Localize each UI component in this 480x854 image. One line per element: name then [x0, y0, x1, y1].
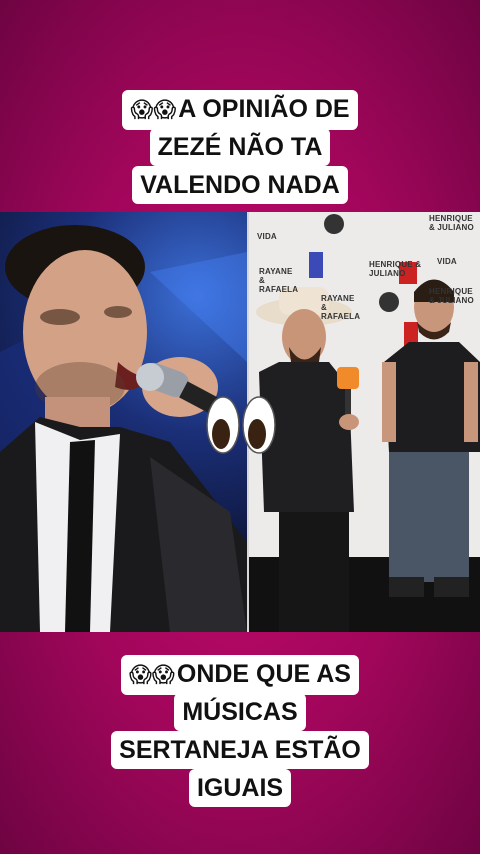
top-caption-line-3: VALENDO NADA: [132, 166, 348, 204]
backdrop-logo: HENRIQUE & JULIANO: [429, 287, 474, 305]
interview-photo: HENRIQUE & JULIANO VIDA RAYANE & RAFAELA…: [249, 212, 480, 632]
bottom-caption-line-4: IGUAIS: [188, 769, 292, 807]
backdrop-logo: VIDA: [257, 232, 277, 241]
eyes-emoji-icon: [206, 396, 276, 454]
face-screaming-in-fear-icon: 😱😱: [129, 663, 175, 688]
bottom-caption-line-3: SERTANEJA ESTÃO: [111, 731, 369, 769]
bottom-caption-line-1: ONDE QUE AS: [176, 660, 351, 688]
photo-strip: HENRIQUE & JULIANO VIDA RAYANE & RAFAELA…: [0, 212, 480, 632]
backdrop-logo: HENRIQUE & JULIANO: [369, 260, 422, 278]
backdrop-logo: RAYANE & RAFAELA: [321, 294, 361, 321]
bottom-caption: 😱😱ONDE QUE AS MÚSICAS SERTANEJA ESTÃO IG…: [0, 655, 480, 807]
backdrop-logo: HENRIQUE & JULIANO: [429, 214, 474, 232]
bottom-caption-line-2: MÚSICAS: [174, 693, 306, 731]
face-screaming-in-fear-icon: 😱😱: [130, 98, 177, 123]
top-caption-line-1: A OPINIÃO DE: [178, 95, 350, 123]
backdrop-logo: RAYANE & RAFAELA: [259, 267, 299, 294]
top-caption-line-2: ZEZÉ NÃO TA: [149, 128, 331, 166]
backdrop-logo: VIDA: [437, 257, 457, 266]
top-caption: 😱😱A OPINIÃO DE ZEZÉ NÃO TA VALENDO NADA: [0, 90, 480, 204]
